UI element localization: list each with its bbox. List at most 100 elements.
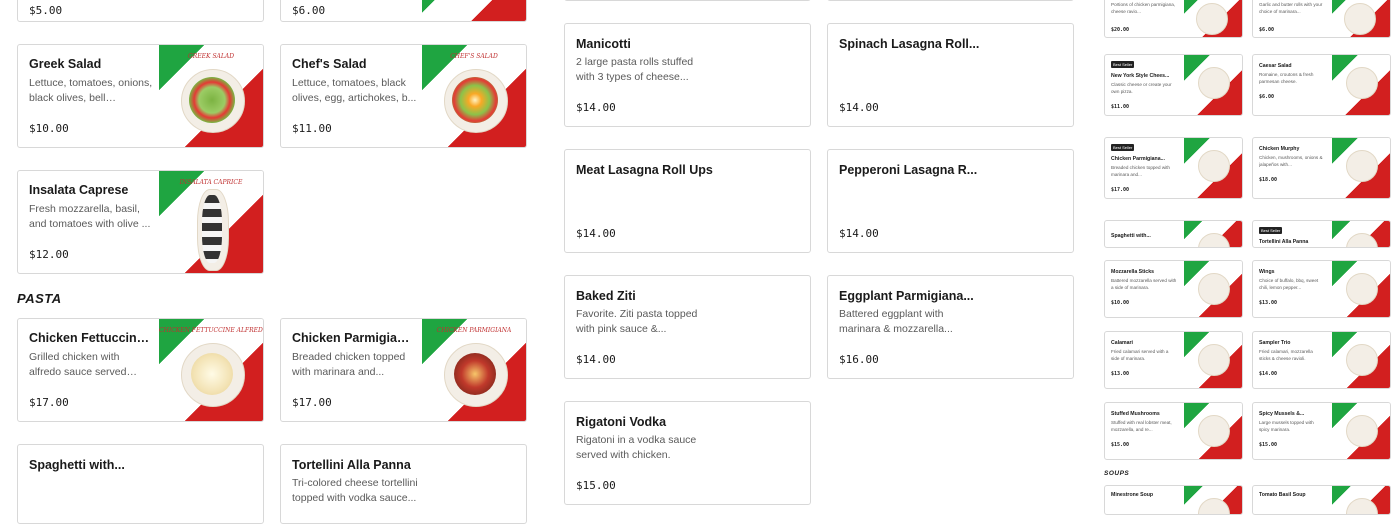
item-title: Spinach Lasagna Roll... xyxy=(839,37,980,51)
menu-item-card[interactable]: Tortellini Alla Panna Tri-colored cheese… xyxy=(280,444,527,524)
item-price: $6.00 xyxy=(1259,94,1275,100)
menu-item-card[interactable]: Rigatoni Vodka Rigatoni in a vodka sauce… xyxy=(564,401,811,505)
item-price: $14.00 xyxy=(839,101,879,114)
menu-item-card[interactable]: Spicy Mussels &... Large mussels topped w… xyxy=(1252,402,1391,460)
item-description: Portions of chicken parmigiana, cheese r… xyxy=(1111,2,1176,14)
item-price: $6.00 xyxy=(1259,27,1275,33)
menu-item-card[interactable]: Chicken Murphy Chicken, mushrooms, onions… xyxy=(1252,137,1391,199)
item-description: Tri-colored cheese tortellini topped wit… xyxy=(292,477,418,504)
item-description: Favorite. Ziti pasta topped with pink sa… xyxy=(576,308,698,335)
item-title: Calamari xyxy=(1111,340,1133,346)
item-price: $11.00 xyxy=(1111,104,1130,110)
menu-item-card[interactable]: Best Seller New York Style Chees... Classi… xyxy=(1104,54,1243,116)
item-image xyxy=(1184,403,1242,459)
item-description: Battered mozzarella served with a side o… xyxy=(1111,278,1177,290)
item-image xyxy=(422,0,526,21)
menu-item-card[interactable] xyxy=(564,0,811,1)
item-price: $12.00 xyxy=(29,248,69,261)
item-title: Chicken Parmigiana... xyxy=(292,331,417,345)
item-description: Garlic and butter rolls with your choice… xyxy=(1259,2,1323,14)
item-image: INSALATA CAPRICE xyxy=(159,171,263,273)
menu-item-card[interactable] xyxy=(827,0,1074,1)
menu-item-card[interactable]: Greek Salad Lettuce, tomatoes, onions, b… xyxy=(17,44,264,148)
menu-item-card[interactable]: Calamari Fried calamari served with a sid… xyxy=(1104,331,1243,389)
item-image xyxy=(1332,403,1390,459)
image-caption: CHEF'S SALAD xyxy=(450,53,498,60)
menu-item-card[interactable]: Chicken Fettuccine... Grilled chicken wi… xyxy=(17,318,264,422)
menu-item-card[interactable]: Garlic and butter rolls with your choice… xyxy=(1252,0,1391,38)
section-heading-pasta: PASTA xyxy=(17,291,62,306)
item-price: $13.00 xyxy=(1259,300,1278,306)
item-title: Insalata Caprese xyxy=(29,183,129,197)
menu-item-card[interactable]: Spaghetti with... xyxy=(1104,220,1243,248)
item-image xyxy=(1332,221,1390,247)
menu-item-card[interactable]: Chef's Salad Lettuce, tomatoes, black ol… xyxy=(280,44,527,148)
item-description: Grilled chicken with alfredo sauce serve… xyxy=(29,351,127,378)
menu-item-card[interactable]: Mozzarella Sticks Battered mozzarella ser… xyxy=(1104,260,1243,318)
item-title: Chicken Parmigiana... xyxy=(1111,156,1165,162)
menu-item-card[interactable]: Chicken Parmigiana... Breaded chicken to… xyxy=(280,318,527,422)
item-image xyxy=(1184,55,1242,115)
item-price: $5.00 xyxy=(29,4,63,17)
menu-item-card[interactable]: Insalata Caprese Fresh mozzarella, basil… xyxy=(17,170,264,274)
item-price: $17.00 xyxy=(1111,187,1130,193)
item-description: Stuffed with real lobster meat, mozzarel… xyxy=(1111,420,1172,432)
item-image xyxy=(1332,261,1390,317)
menu-item-card[interactable]: Manicotti 2 large pasta rolls stuffed wi… xyxy=(564,23,811,127)
item-title: Mozzarella Sticks xyxy=(1111,269,1154,275)
menu-item-card[interactable]: Sampler Trio Fried calamari, mozzarella s… xyxy=(1252,331,1391,389)
item-title: Chicken Murphy xyxy=(1259,146,1300,152)
menu-item-card[interactable]: Baked Ziti Favorite. Ziti pasta topped w… xyxy=(564,275,811,379)
menu-item-card[interactable]: Spinach Lasagna Roll... $14.00 xyxy=(827,23,1074,127)
menu-item-card[interactable]: Meat Lasagna Roll Ups $14.00 xyxy=(564,149,811,253)
item-description: Breaded chicken topped with marinara and… xyxy=(292,351,406,378)
item-description: Classic cheese or create your own pizza. xyxy=(1111,82,1172,94)
image-caption: CHICKEN FETTUCCINE ALFREDO xyxy=(159,327,263,334)
menu-item-card[interactable]: $6.00 xyxy=(280,0,527,22)
menu-item-card[interactable]: Eggplant Parmigiana... Battered eggplant… xyxy=(827,275,1074,379)
item-description: Battered eggplant with marinara & mozzar… xyxy=(839,308,953,335)
item-price: $18.00 xyxy=(1259,177,1278,183)
item-title: Sampler Trio xyxy=(1259,340,1291,346)
item-title: Tomato Basil Soup xyxy=(1259,492,1306,498)
item-image xyxy=(1332,55,1390,115)
image-caption: INSALATA CAPRICE xyxy=(179,179,243,186)
item-price: $15.00 xyxy=(1111,442,1130,448)
item-title: Spicy Mussels &... xyxy=(1259,411,1305,417)
section-heading-soups: SOUPS xyxy=(1104,470,1130,477)
item-price: $15.00 xyxy=(1259,442,1278,448)
item-title: Chef's Salad xyxy=(292,57,367,71)
menu-item-card[interactable]: Best Seller Tortellini Alla Panna xyxy=(1252,220,1391,248)
menu-item-card[interactable]: Minestrone Soup xyxy=(1104,485,1243,515)
item-title: Spaghetti with... xyxy=(1111,233,1151,239)
menu-item-card[interactable]: Spaghetti with... xyxy=(17,444,264,524)
menu-item-card[interactable]: Caesar Salad Romaine, croutons & fresh pa… xyxy=(1252,54,1391,116)
item-price: $11.00 xyxy=(292,122,332,135)
item-description: Fresh mozzarella, basil, and tomatoes wi… xyxy=(29,203,151,230)
item-image xyxy=(1332,332,1390,388)
item-price: $14.00 xyxy=(576,353,616,366)
menu-item-card[interactable]: $5.00 xyxy=(17,0,264,22)
item-description: Lettuce, tomatoes, black olives, egg, ar… xyxy=(292,77,417,104)
item-description: Lettuce, tomatoes, onions, black olives,… xyxy=(29,77,153,104)
item-description: 2 large pasta rolls stuffed with 3 types… xyxy=(576,56,694,83)
item-price: $15.00 xyxy=(576,479,616,492)
item-description: Romaine, croutons & fresh parmesan chees… xyxy=(1259,72,1314,84)
menu-item-card[interactable]: Stuffed Mushrooms Stuffed with real lobst… xyxy=(1104,402,1243,460)
item-title: Spaghetti with... xyxy=(29,458,125,472)
menu-item-card[interactable]: Tomato Basil Soup xyxy=(1252,485,1391,515)
item-price: $17.00 xyxy=(292,396,332,409)
item-description: Breaded chicken topped with marinara and… xyxy=(1111,165,1170,177)
menu-item-card[interactable]: Portions of chicken parmigiana, cheese r… xyxy=(1104,0,1243,38)
menu-item-card[interactable]: Pepperoni Lasagna R... $14.00 xyxy=(827,149,1074,253)
menu-item-card[interactable]: Best Seller Chicken Parmigiana... Breaded … xyxy=(1104,137,1243,199)
item-price: $10.00 xyxy=(29,122,69,135)
menu-item-card[interactable]: Wings Choice of buffalo, bbq, sweet chili… xyxy=(1252,260,1391,318)
item-title: Eggplant Parmigiana... xyxy=(839,289,974,303)
image-caption: CHICKEN PARMIGIANA xyxy=(436,327,512,334)
item-title: Tortellini Alla Panna xyxy=(1259,239,1309,245)
item-title: Greek Salad xyxy=(29,57,102,71)
item-image: GREEK SALAD xyxy=(159,45,263,147)
item-image xyxy=(1332,0,1390,37)
item-description: Choice of buffalo, bbq, sweet chili, lem… xyxy=(1259,278,1319,290)
